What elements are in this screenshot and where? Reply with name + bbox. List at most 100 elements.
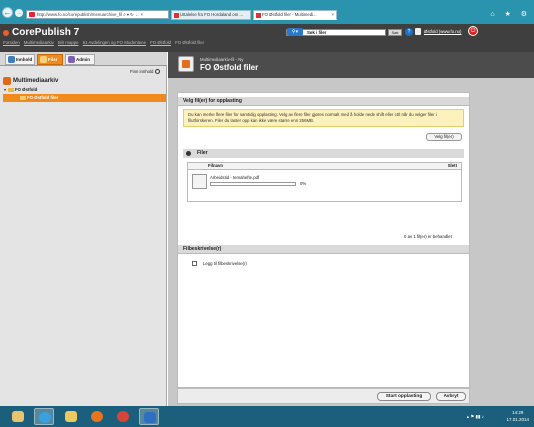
add-description-checkbox[interactable] xyxy=(192,261,197,266)
tab-close-icon[interactable]: × xyxy=(331,11,334,19)
file-table: Filnavn Slett Arbeidstid - temahefte.pdf… xyxy=(187,162,462,202)
tab-label: Admin xyxy=(76,57,90,62)
app-logo-icon xyxy=(3,30,9,36)
tab-favicon-icon xyxy=(256,13,261,18)
start-upload-button[interactable]: Start opplasting xyxy=(377,392,431,401)
files-section-label: Filer xyxy=(197,150,208,156)
app-window-icon xyxy=(144,412,156,423)
admin-icon xyxy=(68,56,75,63)
chrome-icon xyxy=(117,411,129,422)
find-content-link[interactable]: Finn innhold xyxy=(130,69,161,75)
left-panel: Innhold Filer Admin Finn innhold Multime… xyxy=(0,52,167,406)
breadcrumb-link[interactable]: Bilr mappe xyxy=(58,40,79,45)
upload-progress-bar xyxy=(210,182,296,186)
breadcrumb-link[interactable]: Forsiden xyxy=(3,40,20,45)
tab-label: Uttalelse fra FO Hordaland om ... xyxy=(180,12,244,17)
file-thumbnail xyxy=(192,174,207,189)
user-icon xyxy=(415,28,421,35)
search-icon[interactable]: ⚲▾ xyxy=(287,28,303,36)
files-icon xyxy=(40,56,47,63)
browser-tab-ostfold-filer[interactable]: FO Østfold filer - Multimedi... × xyxy=(253,10,337,20)
taskbar-internet-explorer[interactable] xyxy=(34,408,54,425)
browser-window-controls[interactable]: ⌂ ★ ⚙ xyxy=(490,10,531,18)
file-count-status: 0 av 1 fil(er) er behandlet xyxy=(404,234,452,239)
expand-triangle-icon[interactable]: ▾ xyxy=(4,86,6,94)
folder-icon xyxy=(8,88,14,92)
forward-button[interactable]: → xyxy=(15,9,23,17)
tab-innhold[interactable]: Innhold xyxy=(5,54,35,65)
system-tray[interactable]: ▴ ⚑ ▮▮ ♪ xyxy=(467,414,484,420)
browser-toolbar: ← → http://www.fo.no/corepublish/menuarc… xyxy=(0,0,534,24)
archive-icon xyxy=(3,77,11,85)
tab-admin[interactable]: Admin xyxy=(65,54,95,65)
col-filename: Filnavn xyxy=(208,163,224,168)
breadcrumb-link[interactable]: Multimediaarkiv xyxy=(24,40,54,45)
clock[interactable]: 14:29 17.01.2014 xyxy=(506,409,529,423)
col-delete: Slett xyxy=(447,163,457,168)
main-header: Multimediaarkiv-fil - Ny FO Østfold file… xyxy=(168,52,534,78)
tab-label: FO Østfold filer - Multimedi... xyxy=(262,12,317,17)
collapse-icon xyxy=(186,151,191,156)
file-table-header: Filnavn Slett xyxy=(188,163,461,170)
taskbar-app[interactable] xyxy=(139,408,159,425)
app-title: CorePublish 7 xyxy=(12,27,80,38)
left-tabs: Innhold Filer Admin xyxy=(0,52,167,66)
user-link-label: Østfold (www.fo.no) xyxy=(424,29,462,34)
add-icon xyxy=(155,69,161,75)
image-gallery-icon xyxy=(178,56,194,72)
description-section-header: Filbeskrivelse(r) xyxy=(178,245,469,254)
tree-node-fo-ostfold-filer[interactable]: FO Østfold filer xyxy=(3,94,166,102)
tree-node-fo-ostfold[interactable]: ▾ FO Østfold xyxy=(3,86,166,94)
content-icon xyxy=(8,56,15,63)
tree-node-label: FO Østfold xyxy=(15,87,38,92)
add-description-label: Legg til filbeskrivelse(r) xyxy=(203,261,247,266)
file-name: Arbeidstid - temahefte.pdf xyxy=(210,175,260,180)
taskbar: ▴ ⚑ ▮▮ ♪ 14:29 17.01.2014 xyxy=(0,406,534,427)
clock-time: 14:29 xyxy=(512,410,524,415)
folder-icon xyxy=(65,411,77,422)
tab-label: Filer xyxy=(48,57,58,62)
help-icon[interactable]: ? xyxy=(405,28,413,36)
site-favicon-icon xyxy=(29,12,35,17)
taskbar-chrome[interactable] xyxy=(113,408,133,425)
folder-icon xyxy=(20,96,26,100)
back-button[interactable]: ← xyxy=(2,7,13,18)
upload-form: Velg fil(er) for opplasting Du kan merke… xyxy=(177,92,470,388)
breadcrumb: Forsiden Multimediaarkiv Bilr mappe 61 A… xyxy=(3,40,207,45)
tab-filer[interactable]: Filer xyxy=(37,54,63,65)
logout-icon[interactable]: ⏻ xyxy=(468,26,478,36)
tab-label: Innhold xyxy=(16,57,33,62)
taskbar-file-explorer[interactable] xyxy=(8,408,28,425)
files-section-header[interactable]: Filer xyxy=(183,149,464,158)
taskbar-firefox[interactable] xyxy=(87,408,107,425)
tree-node-label: FO Østfold filer xyxy=(27,95,59,100)
firefox-icon xyxy=(91,411,103,422)
find-content-label: Finn innhold xyxy=(130,69,154,74)
breadcrumb-current: FO Østfold filer xyxy=(175,40,205,45)
choose-files-button[interactable]: Velg fil(er) xyxy=(426,133,462,141)
upload-info-box: Du kan merke flere filer for samtidig op… xyxy=(183,109,464,127)
tree-root-multimediaarkiv[interactable]: Multimediaarkiv xyxy=(3,76,166,86)
page-subtitle: Multimediaarkiv-fil - Ny xyxy=(200,57,244,62)
upload-progress-text: 0% xyxy=(300,181,307,186)
breadcrumb-link[interactable]: 61 Avdelingen og FO Studentene xyxy=(83,40,146,45)
browser-tab-uttalelse[interactable]: Uttalelse fra FO Hordaland om ... xyxy=(171,10,251,20)
user-link[interactable]: Østfold (www.fo.no) xyxy=(415,28,462,35)
taskbar-folder[interactable] xyxy=(61,408,81,425)
breadcrumb-link[interactable]: FO Østfold xyxy=(150,40,171,45)
search-button[interactable]: Søk xyxy=(388,29,402,36)
clock-date: 17.01.2014 xyxy=(506,417,529,422)
cancel-button[interactable]: Avbryt xyxy=(436,392,466,401)
file-explorer-icon xyxy=(12,411,24,422)
main-area: Multimediaarkiv-fil - Ny FO Østfold file… xyxy=(168,52,534,406)
address-url: http://www.fo.no/corepublish/menuarchive… xyxy=(37,12,123,17)
upload-section-header: Velg fil(er) for opplasting xyxy=(178,97,469,106)
form-footer: Start opplasting Avbryt xyxy=(177,388,470,404)
address-controls[interactable]: ⌕ ▾ ↻ ← × xyxy=(123,12,143,17)
folder-tree: Multimediaarkiv ▾ FO Østfold FO Østfold … xyxy=(3,76,166,102)
page-title: FO Østfold filer xyxy=(200,63,259,72)
internet-explorer-icon xyxy=(39,412,51,423)
tree-root-label: Multimediaarkiv xyxy=(13,78,59,84)
tab-favicon-icon xyxy=(174,13,179,18)
address-bar[interactable]: http://www.fo.no/corepublish/menuarchive… xyxy=(26,10,169,19)
